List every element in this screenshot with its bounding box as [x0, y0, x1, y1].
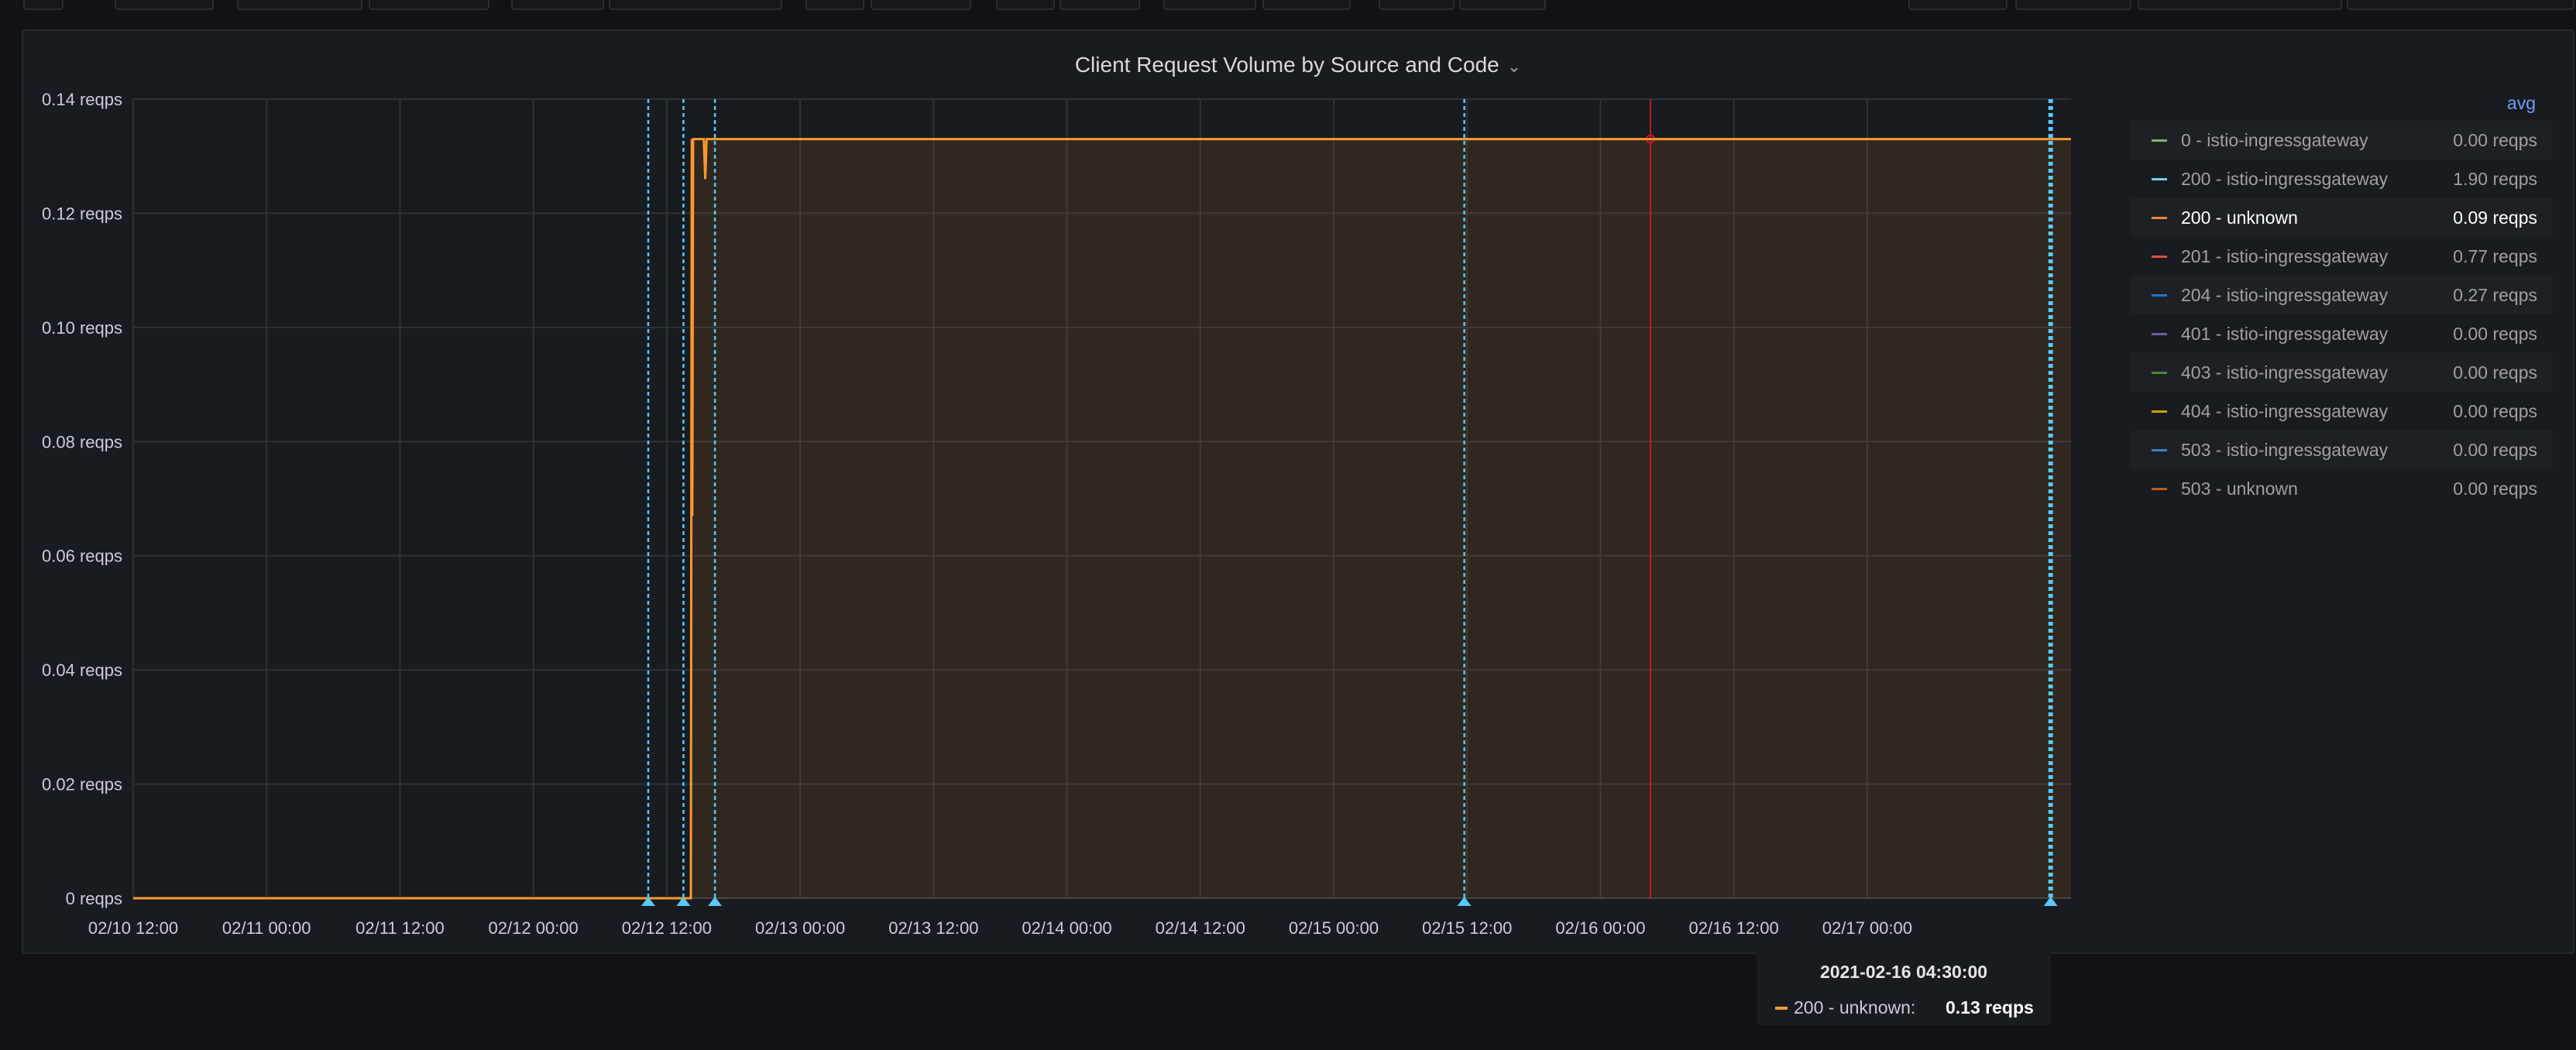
legend-item-name: 503 - unknown	[2181, 478, 2298, 499]
legend-item[interactable]: 503 - unknown 0.00 reqps	[2130, 469, 2553, 508]
legend-item[interactable]: 0 - istio-ingressgateway 0.00 reqps	[2130, 121, 2553, 160]
legend-swatch	[2152, 177, 2167, 180]
x-tick-label: 02/15 12:00	[1422, 918, 1512, 938]
legend-item-value: 0.77 reqps	[2453, 245, 2537, 266]
y-tick-label: 0.06 reqps	[42, 547, 122, 566]
legend-item[interactable]: 401 - istio-ingressgateway 0.00 reqps	[2130, 314, 2553, 353]
legend-item-value: 0.00 reqps	[2453, 439, 2537, 460]
legend-swatch	[2152, 332, 2167, 335]
x-tick-label: 02/16 12:00	[1689, 918, 1779, 938]
x-tick-label: 02/16 00:00	[1555, 918, 1645, 938]
x-tick-label: 02/12 00:00	[489, 918, 579, 938]
tooltip-time: 2021-02-16 04:30:00	[1819, 962, 1988, 982]
x-tick-label: 02/11 12:00	[355, 918, 445, 938]
y-tick-label: 0.12 reqps	[42, 204, 122, 223]
x-tick-label: 02/10 12:00	[88, 918, 178, 938]
y-tick-label: 0.02 reqps	[42, 775, 122, 794]
y-tick-label: 0 reqps	[66, 889, 122, 908]
x-tick-label: 02/17 00:00	[1822, 918, 1912, 938]
legend-item-name: 201 - istio-ingressgateway	[2181, 245, 2389, 266]
legend-item-name: 200 - istio-ingressgateway	[2181, 168, 2389, 189]
legend-swatch	[2152, 139, 2167, 142]
y-tick-label: 0.10 reqps	[42, 318, 122, 338]
legend-swatch	[2152, 371, 2167, 374]
legend-swatch	[2152, 255, 2167, 258]
legend-item-value: 0.27 reqps	[2453, 284, 2537, 305]
legend-swatch	[2152, 487, 2167, 490]
legend-item[interactable]: 200 - istio-ingressgateway 1.90 reqps	[2130, 160, 2553, 198]
legend-item-name: 401 - istio-ingressgateway	[2181, 323, 2389, 344]
legend: avg 0 - istio-ingressgateway 0.00 reqps 20…	[2130, 93, 2553, 508]
legend-item-name: 200 - unknown	[2181, 207, 2298, 228]
legend-avg-header[interactable]: avg	[2130, 93, 2553, 121]
legend-item[interactable]: 204 - istio-ingressgateway 0.27 reqps	[2130, 276, 2553, 314]
legend-swatch	[2152, 216, 2167, 219]
legend-item[interactable]: 503 - istio-ingressgateway 0.00 reqps	[2130, 431, 2553, 469]
legend-item[interactable]: 200 - unknown 0.09 reqps	[2130, 198, 2553, 237]
legend-item-name: 404 - istio-ingressgateway	[2181, 400, 2389, 421]
legend-item-name: 0 - istio-ingressgateway	[2181, 129, 2368, 150]
x-tick-label: 02/12 12:00	[622, 918, 712, 938]
legend-item-value: 0.00 reqps	[2453, 323, 2537, 344]
x-tick-label: 02/13 00:00	[755, 918, 845, 938]
legend-swatch	[2152, 410, 2167, 413]
hover-tooltip: 2021-02-16 04:30:00 200 - unknown: 0.13 …	[1757, 949, 2051, 1025]
legend-item-value: 0.09 reqps	[2453, 207, 2537, 228]
legend-item-value: 1.90 reqps	[2453, 168, 2537, 189]
legend-item-value: 0.00 reqps	[2453, 400, 2537, 421]
legend-item-value: 0.00 reqps	[2453, 478, 2537, 499]
x-tick-label: 02/14 12:00	[1156, 918, 1245, 938]
y-tick-label: 0.08 reqps	[42, 432, 122, 451]
x-axis: 02/10 12:00 02/11 00:00 02/11 12:00 02/12 0…	[88, 918, 1912, 938]
x-tick-label: 02/11 00:00	[222, 918, 311, 938]
y-tick-label: 0.14 reqps	[42, 90, 122, 109]
tooltip-series-swatch	[1775, 1006, 1788, 1010]
legend-rows: 0 - istio-ingressgateway 0.00 reqps 200 - …	[2130, 121, 2553, 508]
x-tick-label: 02/15 00:00	[1289, 918, 1379, 938]
tooltip-series-name: 200 - unknown:	[1794, 997, 1916, 1017]
legend-item-name: 204 - istio-ingressgateway	[2181, 284, 2389, 305]
tooltip-series-row: 200 - unknown: 0.13 reqps	[1775, 997, 2034, 1018]
legend-item-value: 0.00 reqps	[2453, 129, 2537, 150]
legend-item[interactable]: 404 - istio-ingressgateway 0.00 reqps	[2130, 392, 2553, 431]
legend-item-name: 403 - istio-ingressgateway	[2181, 362, 2389, 383]
y-axis: 0 reqps 0.02 reqps 0.04 reqps 0.06 reqps 0.0…	[42, 90, 122, 908]
y-tick-label: 0.04 reqps	[42, 661, 122, 680]
tooltip-series-value: 0.13 reqps	[1946, 997, 2034, 1017]
legend-item[interactable]: 201 - istio-ingressgateway 0.77 reqps	[2130, 237, 2553, 276]
legend-swatch	[2152, 293, 2167, 297]
x-tick-label: 02/13 12:00	[888, 918, 978, 938]
legend-item-name: 503 - istio-ingressgateway	[2181, 439, 2389, 460]
x-tick-label: 02/14 00:00	[1022, 918, 1111, 938]
legend-swatch	[2152, 448, 2167, 451]
legend-item[interactable]: 403 - istio-ingressgateway 0.00 reqps	[2130, 353, 2553, 392]
legend-item-value: 0.00 reqps	[2453, 362, 2537, 383]
